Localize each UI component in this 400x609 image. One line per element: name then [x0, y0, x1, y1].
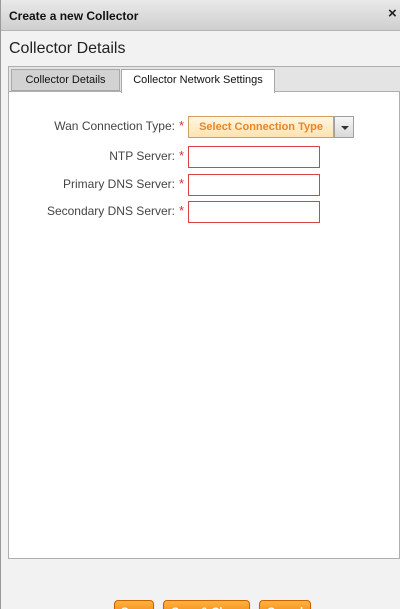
cancel-button[interactable]: Cancel	[259, 600, 311, 609]
chevron-down-icon	[341, 126, 349, 130]
save-button[interactable]: Save	[114, 600, 154, 609]
required-icon: *	[179, 118, 185, 133]
ntp-server-input[interactable]	[188, 146, 320, 168]
wan-connection-select[interactable]: Select Connection Type	[188, 116, 334, 138]
primary-dns-row: Primary DNS Server: *	[1, 174, 400, 196]
collector-dialog: Create a new Collector × Collector Detai…	[0, 0, 400, 609]
dialog-title: Create a new Collector	[9, 9, 139, 23]
section-title: Collector Details	[9, 40, 126, 57]
required-icon: *	[179, 176, 185, 191]
dialog-titlebar: Create a new Collector ×	[1, 0, 400, 31]
wan-connection-row: Wan Connection Type: * Select Connection…	[1, 116, 400, 138]
secondary-dns-label: Secondary DNS Server:	[46, 204, 175, 218]
tab-collector-details[interactable]: Collector Details	[11, 69, 120, 91]
tab-content-panel	[8, 66, 400, 559]
primary-dns-label: Primary DNS Server:	[62, 177, 175, 191]
wan-connection-label: Wan Connection Type:	[54, 119, 175, 133]
ntp-server-row: NTP Server: *	[1, 146, 400, 168]
secondary-dns-input[interactable]	[188, 201, 320, 223]
tab-strip: Collector Details Collector Network Sett…	[9, 67, 400, 93]
save-close-button[interactable]: Save & Close	[163, 600, 250, 609]
close-icon[interactable]: ×	[388, 6, 400, 22]
required-icon: *	[179, 148, 185, 163]
dropdown-button[interactable]	[334, 116, 354, 138]
required-icon: *	[179, 203, 185, 218]
tab-collector-network-settings[interactable]: Collector Network Settings	[121, 69, 275, 93]
secondary-dns-row: Secondary DNS Server: *	[1, 201, 400, 223]
ntp-server-label: NTP Server:	[109, 149, 175, 163]
primary-dns-input[interactable]	[188, 174, 320, 196]
